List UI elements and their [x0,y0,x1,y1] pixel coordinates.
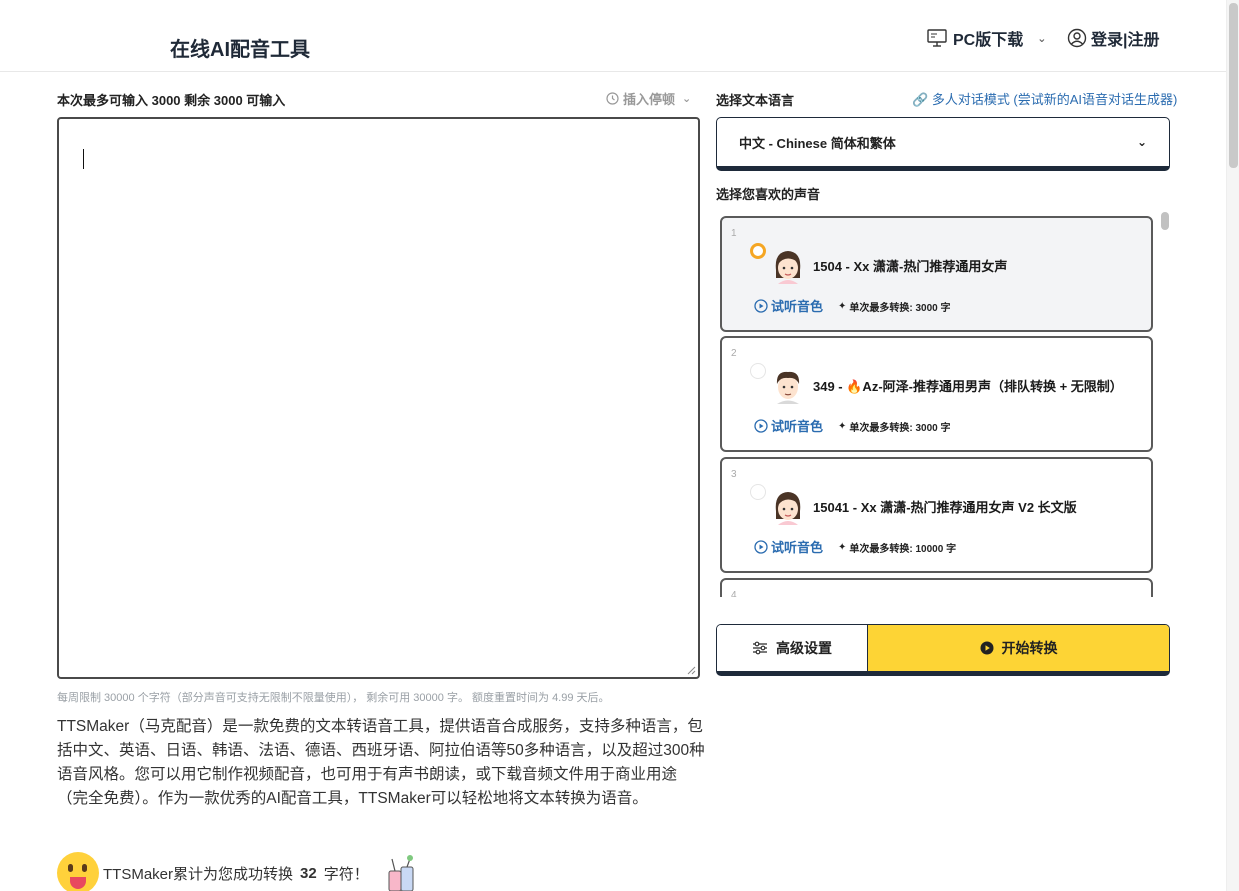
max-conversion-text: 单次最多转换: 3000 字 [849,303,951,314]
chevron-down-icon: ⌄ [1136,135,1147,149]
voice-radio[interactable] [750,243,766,259]
advanced-settings-button[interactable]: 高级设置 [717,625,868,671]
text-input-area[interactable] [57,117,700,679]
voice-card[interactable]: 1 1504 - Xx 潇潇-热门推荐通用女声 试听音色 ✦ 单次最多转换: 3… [720,216,1153,332]
pc-download-label: PC版下载 [953,32,1024,49]
preview-voice-button[interactable]: 试听音色 [754,537,823,556]
voice-card[interactable]: 2 349 - 🔥Az-阿泽-推荐通用男声（排队转换 + 无限制） 试听音色 ✦… [720,336,1153,452]
voice-index: 3 [731,469,737,480]
voice-name: 349 - 🔥Az-阿泽-推荐通用男声（排队转换 + 无限制） [813,379,1123,394]
male-avatar-icon [776,371,800,404]
preview-voice-button[interactable]: 试听音色 [754,296,823,315]
link-icon: 🔗 [912,92,929,107]
play-circle-icon [754,539,768,554]
login-label: 登录|注册 [1091,32,1160,49]
chevron-down-icon: ⌄ [682,93,692,105]
voice-radio[interactable] [750,484,766,500]
insert-pause-label: 插入停顿 [623,92,676,107]
voice-card[interactable]: 4 [720,578,1153,597]
start-conversion-button[interactable]: 开始转换 [868,625,1169,671]
counter-prefix: TTSMaker累计为您成功转换 [103,865,294,883]
action-bar: 高级设置 开始转换 [716,624,1170,676]
max-conversion: ✦ 单次最多转换: 3000 字 [838,299,951,314]
preview-voice-button[interactable]: 试听音色 [754,416,823,435]
site-title[interactable]: 在线AI配音工具 [170,33,310,62]
voice-card[interactable]: 3 15041 - Xx 潇潇-热门推荐通用女声 V2 长文版 试听音色 ✦ 单… [720,457,1153,573]
voice-name: 1504 - Xx 潇潇-热门推荐通用女声 [813,259,1008,274]
play-filled-icon [980,641,993,655]
product-description: TTSMaker（马克配音）是一款免费的文本转语音工具，提供语音合成服务，支持多… [57,718,705,807]
sparkle-icon: ✦ [838,301,847,312]
max-conversion-text: 单次最多转换: 10000 字 [849,544,957,555]
voice-index: 4 [731,590,737,597]
voice-index: 2 [731,348,737,359]
preview-voice-label: 试听音色 [771,299,824,314]
female-avatar-icon [775,492,801,525]
input-limit-text: 本次最多可输入 3000 剩余 3000 可输入 [57,93,286,108]
preview-voice-label: 试听音色 [771,540,824,555]
weekly-limit-note: 每周限制 30000 个字符（部分声音可支持无限制不限量使用）， 剩余可用 30… [57,692,610,704]
voice-radio[interactable] [750,363,766,379]
sparkle-icon: ✦ [838,542,847,553]
max-conversion-text: 单次最多转换: 3000 字 [849,423,951,434]
user-circle-icon [1067,28,1087,48]
voice-name: 15041 - Xx 潇潇-热门推荐通用女声 V2 长文版 [813,500,1077,515]
start-conversion-label: 开始转换 [1001,640,1058,656]
language-label: 选择文本语言 [716,93,795,108]
language-selected-value: 中文 - Chinese 简体和繁体 [739,135,896,151]
max-conversion: ✦ 单次最多转换: 3000 字 [838,419,951,434]
multi-dialogue-mode-link[interactable]: 🔗 多人对话模式 (尝试新的AI语音对话生成器) [912,89,1177,108]
play-circle-icon [754,418,768,433]
female-avatar-icon [775,251,801,284]
multi-mode-label: 多人对话模式 (尝试新的AI语音对话生成器) [931,92,1178,107]
voice-index: 1 [731,228,737,239]
text-caret [83,149,84,169]
max-conversion: ✦ 单次最多转换: 10000 字 [838,540,956,555]
advanced-settings-label: 高级设置 [776,640,832,656]
site-header: 在线AI配音工具 PC版下载 ⌄ 登录|注册 [0,0,1226,72]
conversion-counter: TTSMaker累计为您成功转换 32 字符！ [57,852,419,891]
resize-handle-icon[interactable] [686,665,696,675]
counter-suffix: 字符！ [323,865,369,883]
sliders-icon [753,641,767,655]
language-select[interactable]: 中文 - Chinese 简体和繁体 ⌄ [716,117,1170,171]
counter-value: 32 [300,864,317,882]
voice-list[interactable]: 1 1504 - Xx 潇潇-热门推荐通用女声 试听音色 ✦ 单次最多转换: 3… [716,212,1158,597]
voice-label: 选择您喜欢的声音 [716,187,821,202]
voice-list-scrollbar[interactable] [1160,212,1170,597]
drinks-illustration-icon [388,855,414,891]
play-circle-icon [754,298,768,313]
sparkle-icon: ✦ [838,421,847,432]
clock-icon [606,92,619,105]
chevron-down-icon: ⌄ [1037,32,1047,45]
monitor-icon [927,29,947,47]
smiley-emoji-icon [57,852,99,891]
page-scroll-thumb[interactable] [1229,3,1238,168]
login-register-link[interactable]: 登录|注册 [1067,26,1159,50]
preview-voice-label: 试听音色 [771,419,824,434]
page-scrollbar[interactable] [1226,0,1239,891]
voice-list-scroll-thumb[interactable] [1161,212,1169,230]
pc-download-menu[interactable]: PC版下载 ⌄ [927,26,1046,50]
insert-pause-dropdown[interactable]: 插入停顿 ⌄ [606,89,691,108]
